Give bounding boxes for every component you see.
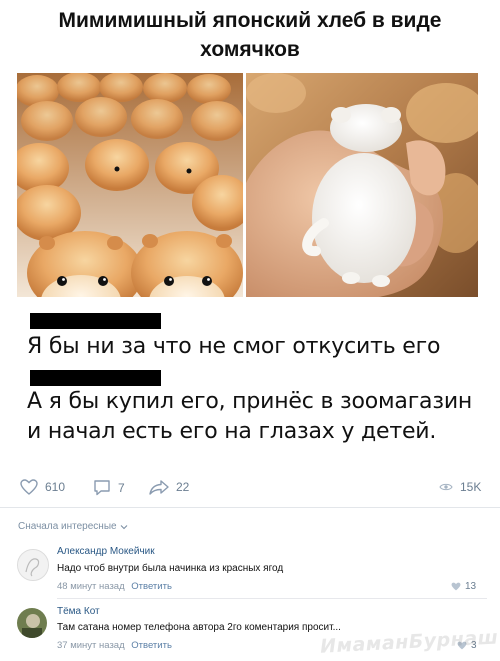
- photo-bread-hamsters[interactable]: [17, 73, 243, 297]
- share-button[interactable]: 22: [149, 479, 189, 495]
- comment-text: Надо чтоб внутри была начинка из красных…: [57, 563, 284, 574]
- comment-count: 7: [118, 480, 125, 495]
- avatar[interactable]: [17, 608, 47, 638]
- views-counter: 15K: [439, 480, 481, 494]
- watermark-text: ИмаманБурнаш dns.ru: [319, 622, 500, 658]
- post-title: Мимимишный японский хлеб в виде хомячков: [0, 6, 500, 64]
- comment-time[interactable]: 48 минут назад: [57, 581, 125, 592]
- like-button[interactable]: 610: [20, 479, 65, 495]
- heart-icon: [20, 479, 38, 495]
- comment-divider: [57, 598, 487, 599]
- post-title-line1: Мимимишный японский хлеб в виде: [58, 9, 442, 32]
- image-comment-1: Я бы ни за что не смог откусить его: [27, 334, 441, 359]
- post-photos[interactable]: [17, 73, 478, 297]
- comment-icon: [94, 480, 110, 496]
- chevron-down-icon: [120, 524, 127, 529]
- share-count: 22: [176, 480, 190, 494]
- comment-meta: 48 минут назад Ответить: [57, 581, 172, 592]
- view-count: 15K: [460, 480, 482, 494]
- post-stats-bar: 610 7 22 15K: [0, 472, 500, 502]
- photo-hand-holding-bread[interactable]: [246, 73, 478, 297]
- like-count: 610: [45, 480, 66, 494]
- comment-time[interactable]: 37 минут назад: [57, 640, 125, 651]
- comment-meta: 37 минут назад Ответить: [57, 640, 172, 651]
- post-title-line2: хомячков: [200, 38, 300, 61]
- comment-author[interactable]: Тёма Кот: [57, 606, 100, 617]
- share-arrow-icon: [149, 480, 169, 495]
- comment-sort-dropdown[interactable]: Сначала интересные: [18, 521, 128, 532]
- redacted-username-1: [30, 313, 161, 329]
- eye-icon: [439, 483, 453, 491]
- heart-icon: [451, 582, 461, 591]
- comment-button[interactable]: 7: [93, 479, 125, 496]
- reply-button[interactable]: Ответить: [131, 640, 172, 651]
- image-comment-2: А я бы купил его, принёс в зоомагазин и …: [27, 389, 473, 444]
- comment-author[interactable]: Александр Мокейчик: [57, 546, 155, 557]
- comment-like-count: 13: [465, 581, 477, 592]
- comment-text: Там сатана номер телефона автора 2го ком…: [57, 622, 341, 633]
- reply-button[interactable]: Ответить: [131, 581, 172, 592]
- comment-sort-label: Сначала интересные: [18, 521, 117, 532]
- comment-like-button[interactable]: 13: [451, 581, 476, 592]
- redacted-username-2: [30, 370, 161, 386]
- stats-divider: [0, 507, 500, 508]
- avatar[interactable]: [17, 549, 49, 581]
